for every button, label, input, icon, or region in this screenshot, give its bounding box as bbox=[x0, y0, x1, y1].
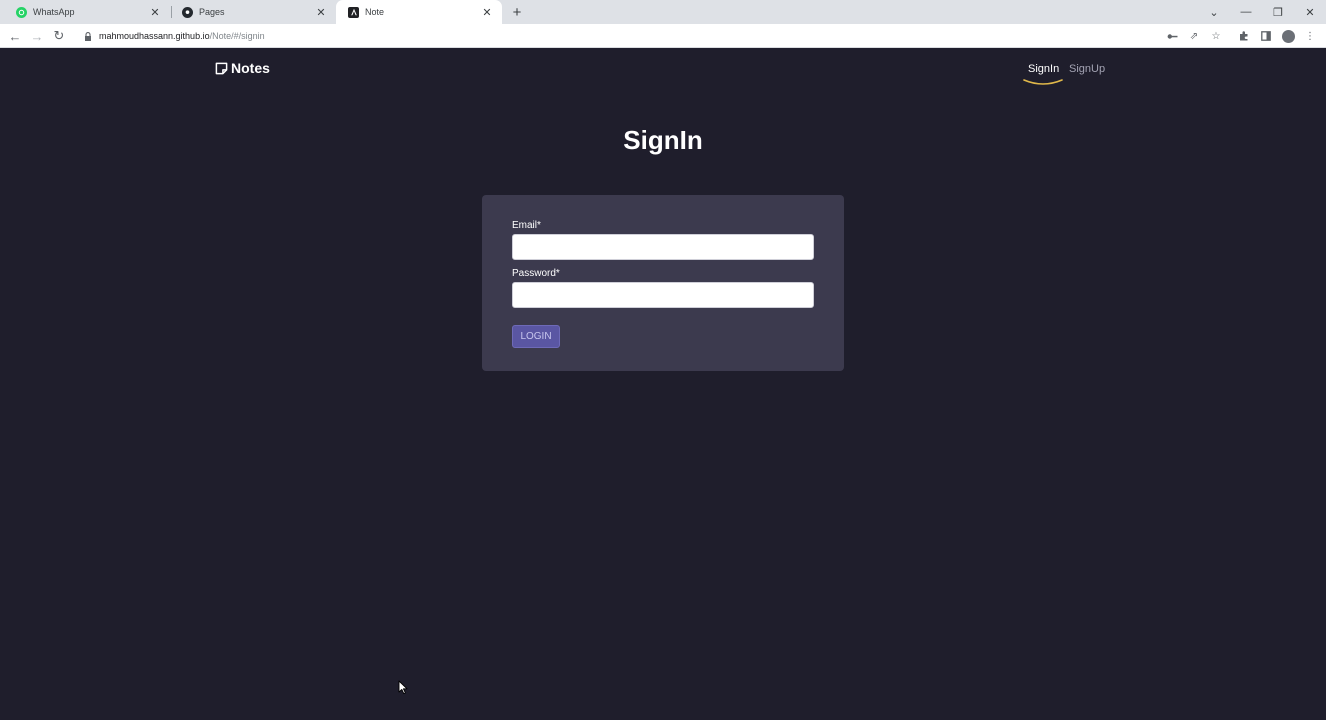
tab-search-chevron-icon[interactable]: ⌄ bbox=[1198, 0, 1230, 24]
nav-signup-link[interactable]: SignUp bbox=[1069, 63, 1105, 75]
email-label: Email* bbox=[512, 220, 541, 231]
kebab-menu-icon[interactable]: ⋮ bbox=[1302, 28, 1318, 44]
tab-whatsapp[interactable]: WhatsApp ✕ bbox=[4, 0, 170, 24]
tab-title: WhatsApp bbox=[33, 7, 75, 17]
active-link-underline bbox=[1023, 79, 1063, 85]
url-host: mahmoudhassann.github.io bbox=[99, 31, 210, 41]
tab-title: Note bbox=[365, 7, 385, 17]
brand-logo[interactable]: Notes bbox=[215, 60, 270, 76]
profile-avatar[interactable] bbox=[1280, 28, 1296, 44]
email-input[interactable] bbox=[512, 234, 814, 260]
brand-name: Notes bbox=[231, 60, 270, 76]
side-panel-icon[interactable] bbox=[1258, 28, 1274, 44]
tab-title: Pages bbox=[199, 7, 225, 17]
reload-icon[interactable]: ↻ bbox=[50, 27, 68, 45]
new-tab-plus-icon[interactable]: + bbox=[508, 3, 526, 21]
github-icon bbox=[182, 6, 193, 18]
nav-signin-link[interactable]: SignIn bbox=[1028, 63, 1059, 75]
angular-icon bbox=[348, 6, 359, 18]
address-bar[interactable]: mahmoudhassann.github.io/Note/#/signin bbox=[74, 26, 1156, 46]
browser-toolbar: ← → ↻ mahmoudhassann.github.io/Note/#/si… bbox=[0, 24, 1326, 48]
forward-arrow-icon[interactable]: → bbox=[28, 27, 46, 45]
back-arrow-icon[interactable]: ← bbox=[6, 27, 24, 45]
tab-pages[interactable]: Pages ✕ bbox=[170, 0, 336, 24]
share-icon[interactable]: ⇗ bbox=[1186, 28, 1202, 44]
page-title: SignIn bbox=[623, 125, 703, 155]
minimize-icon[interactable]: — bbox=[1230, 0, 1262, 24]
key-icon[interactable] bbox=[1164, 28, 1180, 44]
note-icon bbox=[215, 62, 228, 74]
whatsapp-icon bbox=[16, 6, 27, 18]
extensions-icon[interactable] bbox=[1236, 28, 1252, 44]
page: Notes SignIn SignUp SignIn Email* Passwo… bbox=[0, 49, 1326, 720]
password-input[interactable] bbox=[512, 282, 814, 308]
login-button[interactable]: LOGIN bbox=[512, 325, 560, 348]
close-icon[interactable]: ✕ bbox=[314, 5, 328, 19]
password-label: Password* bbox=[512, 268, 560, 279]
close-icon[interactable]: ✕ bbox=[148, 5, 162, 19]
restore-icon[interactable]: ❐ bbox=[1262, 0, 1294, 24]
window-close-icon[interactable]: ✕ bbox=[1294, 0, 1326, 24]
url-path: /Note/#/signin bbox=[209, 31, 265, 41]
star-icon[interactable]: ☆ bbox=[1208, 28, 1224, 44]
browser-tab-strip: WhatsApp ✕ Pages ✕ Note ✕ + ⌄ — ❐ ✕ bbox=[0, 0, 1326, 24]
signin-form-card: Email* Password* LOGIN bbox=[482, 195, 844, 371]
lock-icon bbox=[84, 31, 92, 41]
close-icon[interactable]: ✕ bbox=[480, 5, 494, 19]
tab-note[interactable]: Note ✕ bbox=[336, 0, 502, 24]
mouse-cursor-icon bbox=[398, 680, 408, 695]
